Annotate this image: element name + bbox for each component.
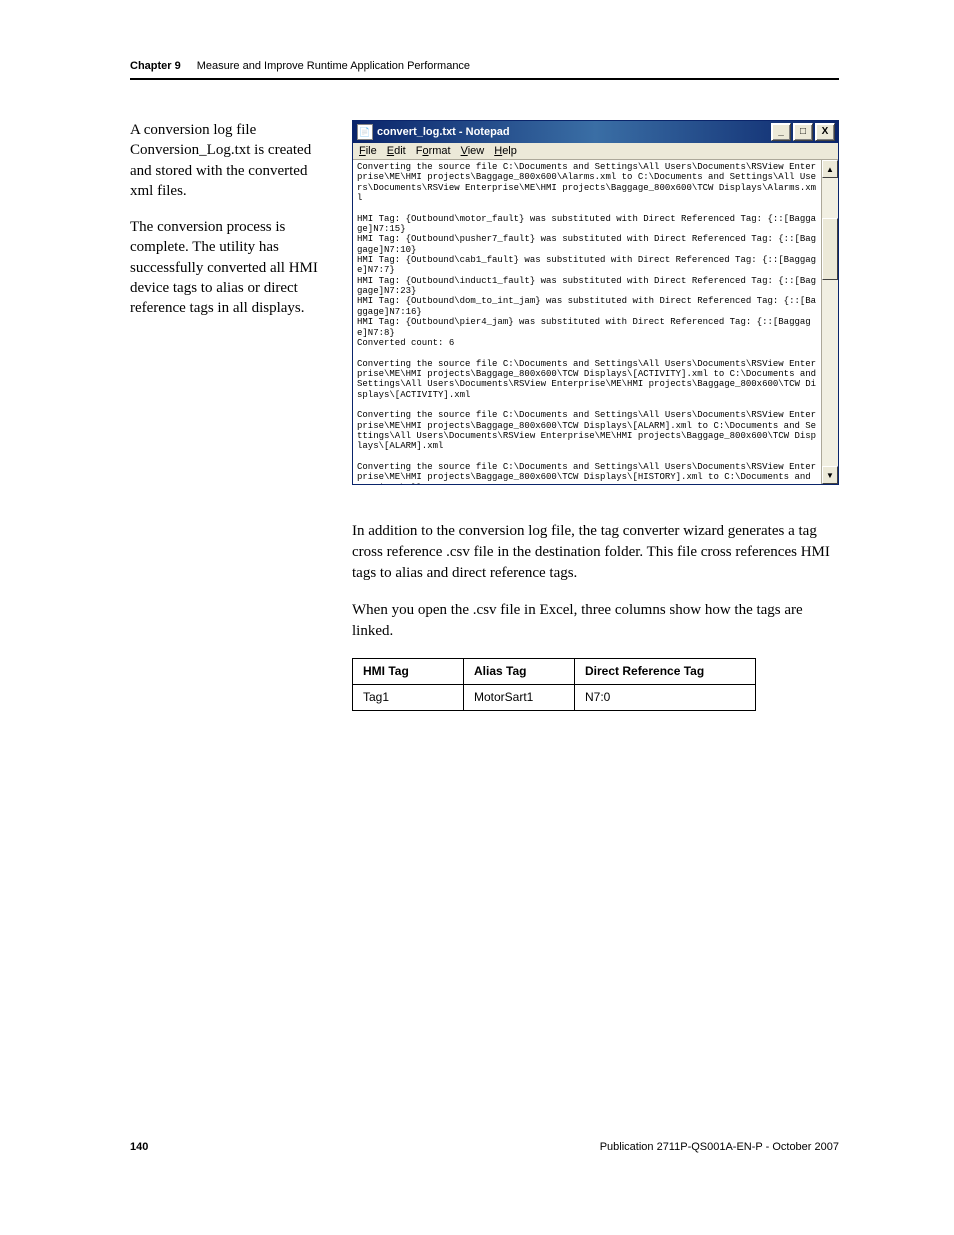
menu-file[interactable]: File	[359, 145, 377, 157]
notepad-title: convert_log.txt - Notepad	[377, 126, 510, 138]
menu-view[interactable]: View	[461, 145, 485, 157]
table-header-row: HMI Tag Alias Tag Direct Reference Tag	[353, 659, 756, 685]
scroll-down-button[interactable]: ▼	[822, 466, 838, 484]
notepad-menubar: File Edit Format View Help	[353, 143, 838, 160]
scroll-up-button[interactable]: ▲	[822, 160, 838, 178]
notepad-icon: 📄	[357, 124, 373, 140]
scrollbar[interactable]: ▲ ▼	[821, 160, 838, 484]
chapter-label: Chapter 9	[130, 60, 181, 72]
tag-cross-ref-table: HMI Tag Alias Tag Direct Reference Tag T…	[352, 658, 756, 711]
td-hmi: Tag1	[353, 684, 464, 710]
page-footer: 140 Publication 2711P-QS001A-EN-P - Octo…	[130, 1141, 839, 1153]
publication-info: Publication 2711P-QS001A-EN-P - October …	[600, 1141, 839, 1153]
scroll-track[interactable]	[822, 178, 838, 466]
td-direct: N7:0	[575, 684, 756, 710]
table-row: Tag1 MotorSart1 N7:0	[353, 684, 756, 710]
page-number: 140	[130, 1141, 148, 1153]
td-alias: MotorSart1	[464, 684, 575, 710]
notepad-titlebar[interactable]: 📄 convert_log.txt - Notepad _ □ X	[353, 121, 838, 143]
side-description: A conversion log file Conversion_Log.txt…	[130, 120, 327, 334]
body-p2: When you open the .csv file in Excel, th…	[352, 600, 839, 642]
notepad-window: 📄 convert_log.txt - Notepad _ □ X File E…	[352, 120, 839, 485]
minimize-button[interactable]: _	[771, 123, 791, 141]
chapter-title: Measure and Improve Runtime Application …	[197, 60, 470, 72]
page-header: Chapter 9 Measure and Improve Runtime Ap…	[130, 60, 839, 80]
th-hmi: HMI Tag	[353, 659, 464, 685]
close-button[interactable]: X	[815, 123, 835, 141]
menu-format[interactable]: Format	[416, 145, 451, 157]
th-alias: Alias Tag	[464, 659, 575, 685]
side-p1: A conversion log file Conversion_Log.txt…	[130, 120, 327, 201]
side-p2: The conversion process is complete. The …	[130, 217, 327, 318]
scroll-thumb[interactable]	[822, 218, 838, 280]
maximize-button[interactable]: □	[793, 123, 813, 141]
menu-help[interactable]: Help	[494, 145, 517, 157]
body-p1: In addition to the conversion log file, …	[352, 521, 839, 584]
th-direct: Direct Reference Tag	[575, 659, 756, 685]
menu-edit[interactable]: Edit	[387, 145, 406, 157]
notepad-content[interactable]: Converting the source file C:\Documents …	[353, 160, 821, 484]
